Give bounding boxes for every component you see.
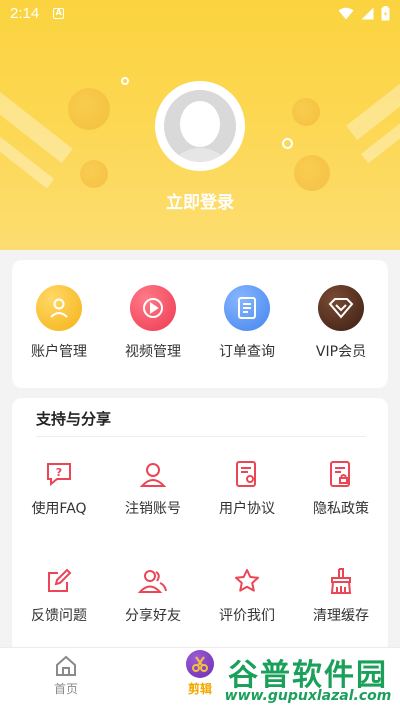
support-item-label: 分享好友 [125, 608, 181, 624]
support-item-label: 评价我们 [219, 608, 275, 624]
privacy-policy-button[interactable]: 隐私政策 [294, 456, 388, 518]
user-agreement-icon [229, 456, 265, 492]
share-friends-icon [135, 563, 171, 599]
support-item-label: 反馈问题 [31, 608, 87, 624]
wifi-icon [338, 7, 354, 19]
avatar[interactable] [155, 81, 245, 171]
video-play-icon [130, 285, 176, 331]
section-title: 支持与分享 [36, 410, 112, 428]
watermark-url: www.gupuxlazal.com [224, 688, 392, 704]
status-bar: 2:14 A [0, 0, 400, 26]
order-query-button[interactable]: 订单查询 [200, 285, 294, 361]
site-watermark: 谷普软件园 www.gupuxlazal.com [218, 650, 398, 708]
divider [36, 436, 366, 437]
account-icon [36, 285, 82, 331]
account-management-button[interactable]: 账户管理 [12, 285, 106, 361]
feedback-button[interactable]: 反馈问题 [12, 563, 106, 625]
privacy-policy-icon [323, 456, 359, 492]
faq-button[interactable]: ? 使用FAQ [12, 456, 106, 518]
home-icon [56, 655, 76, 676]
hero-decor-stripe [346, 58, 400, 140]
status-time: 2:14 [10, 4, 40, 22]
signal-icon [361, 7, 374, 19]
default-avatar-icon [164, 90, 236, 162]
decor-emoji-face [294, 155, 330, 191]
faq-icon: ? [41, 456, 77, 492]
clear-cache-button[interactable]: 清理缓存 [294, 563, 388, 625]
share-friends-button[interactable]: 分享好友 [106, 563, 200, 625]
decor-emoji-face [80, 160, 108, 188]
support-item-label: 隐私政策 [313, 501, 369, 517]
decor-emoji-face [292, 98, 320, 126]
decor-ring [282, 138, 293, 149]
tab-home[interactable]: 首页 [26, 654, 106, 697]
user-agreement-button[interactable]: 用户协议 [200, 456, 294, 518]
svg-text:?: ? [56, 466, 62, 479]
rate-star-icon [229, 563, 265, 599]
quick-action-label: 订单查询 [219, 344, 275, 360]
support-item-label: 清理缓存 [313, 608, 369, 624]
tab-label: 剪辑 [187, 682, 212, 696]
support-item-label: 注销账号 [125, 501, 181, 517]
order-document-icon [224, 285, 270, 331]
support-item-label: 用户协议 [219, 501, 275, 517]
profile-header: 2:14 A 立即登录 [0, 0, 400, 250]
support-share-card: 支持与分享 ? 使用FAQ 注销账号 用户协议 隐私政策 反馈问题 分享好友 评… [12, 398, 388, 653]
battery-icon [381, 5, 390, 20]
video-management-button[interactable]: 视频管理 [106, 285, 200, 361]
scissors-icon [186, 650, 214, 678]
quick-action-label: 账户管理 [31, 344, 87, 360]
vip-diamond-icon [318, 285, 364, 331]
quick-action-label: VIP会员 [315, 344, 367, 360]
decor-emoji-face [68, 88, 110, 130]
decor-ring [121, 77, 129, 85]
clear-cache-broom-icon [323, 563, 359, 599]
tab-label: 首页 [53, 682, 78, 696]
feedback-edit-icon [41, 563, 77, 599]
quick-action-label: 视频管理 [125, 344, 181, 360]
rate-us-button[interactable]: 评价我们 [200, 563, 294, 625]
deregister-user-icon [135, 456, 171, 492]
support-item-label: 使用FAQ [31, 501, 87, 517]
vip-membership-button[interactable]: VIP会员 [294, 285, 388, 361]
notification-icon: A [53, 7, 65, 19]
quick-actions-card: 账户管理 视频管理 订单查询 VIP会员 [12, 260, 388, 388]
login-button[interactable]: 立即登录 [0, 188, 400, 213]
deregister-account-button[interactable]: 注销账号 [106, 456, 200, 518]
